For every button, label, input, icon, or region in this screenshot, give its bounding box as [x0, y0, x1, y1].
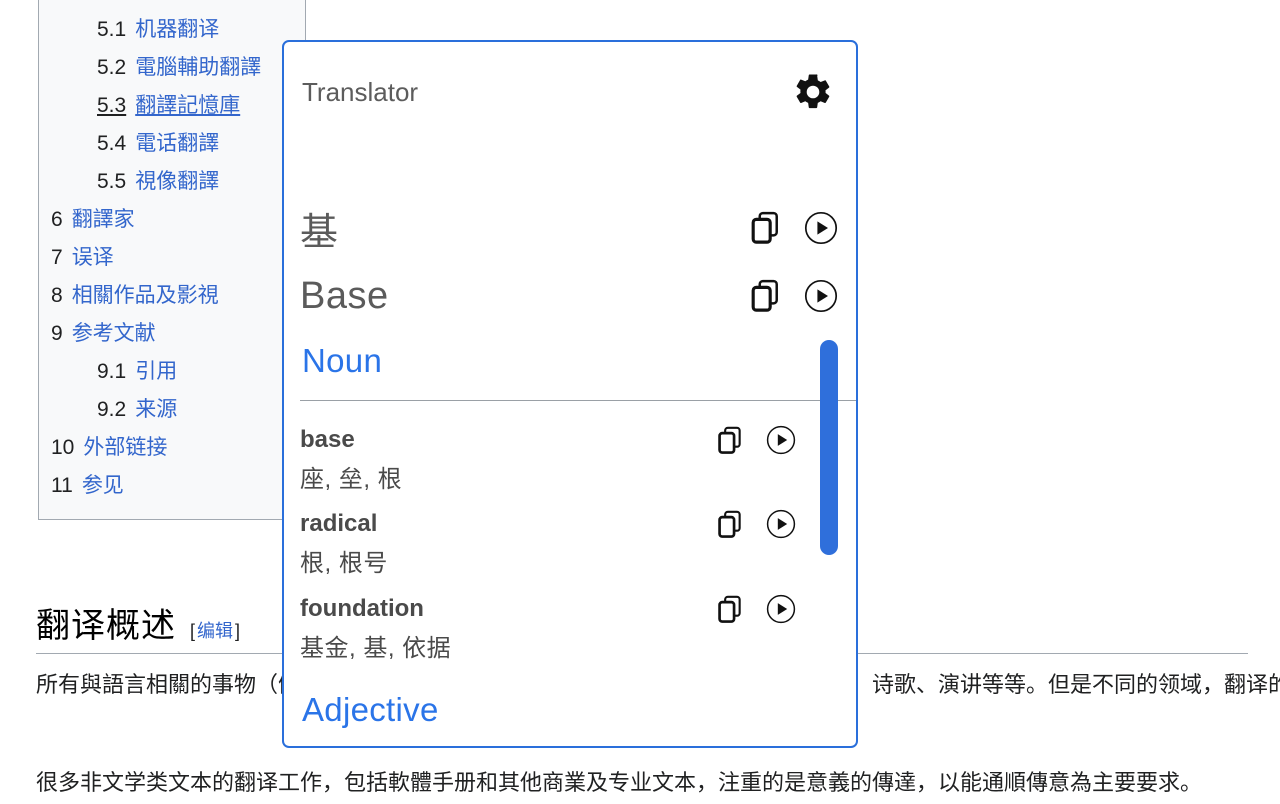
toc-item-number: 5.2	[97, 56, 127, 79]
toc-item-5-3[interactable]: 5.3 翻譯記憶庫	[51, 87, 293, 125]
table-of-contents: 5科技與技術5.1机器翻译5.2電腦輔助翻譯5.3翻譯記憶庫5.4電话翻譯5.5…	[38, 0, 306, 520]
toc-item-number: 9.2	[97, 398, 127, 421]
toc-item-9-1[interactable]: 9.1 引用	[51, 353, 293, 391]
toc-item-5-2[interactable]: 5.2 電腦輔助翻譯	[51, 49, 293, 87]
toc-item-number: 9.1	[97, 360, 127, 383]
sense-word: foundation	[300, 595, 424, 622]
part-of-speech-label: Noun	[302, 342, 383, 379]
sense-entry: base 座, 垒, 根	[300, 425, 796, 494]
sense-word: base	[300, 426, 355, 453]
translator-popup: Translator 基 Base Noun base 座, 垒, 根 radi…	[282, 40, 858, 748]
copy-icon[interactable]	[717, 595, 744, 624]
toc-item-label[interactable]: 引用	[135, 353, 177, 391]
toc-item-5[interactable]: 5 科技與技術	[51, 0, 293, 11]
toc-item-label[interactable]: 相關作品及影視	[72, 277, 219, 315]
sense-row-actions	[717, 425, 796, 455]
toc-item-label[interactable]: 電话翻譯	[135, 125, 219, 163]
play-icon[interactable]	[766, 509, 796, 539]
sense-row-actions	[717, 594, 796, 624]
copy-icon[interactable]	[717, 426, 744, 455]
toc-item-label[interactable]: 翻譯家	[72, 201, 135, 239]
source-word-row: 基	[300, 200, 838, 256]
source-word: 基	[300, 211, 339, 254]
toc-item-7[interactable]: 7 误译	[51, 239, 293, 277]
toc-item-label[interactable]: 来源	[135, 391, 177, 429]
toc-item-label[interactable]: 科技與技術	[72, 0, 177, 11]
play-icon[interactable]	[804, 211, 838, 245]
copy-icon[interactable]	[750, 211, 782, 245]
toc-item-number: 10	[51, 436, 75, 459]
target-word-row: Base	[300, 268, 838, 324]
copy-icon[interactable]	[717, 510, 744, 539]
toc-list: 5科技與技術5.1机器翻译5.2電腦輔助翻譯5.3翻譯記憶庫5.4電话翻譯5.5…	[51, 0, 293, 505]
toc-item-number: 5.3	[97, 94, 127, 117]
toc-item-5-5[interactable]: 5.5 視像翻譯	[51, 163, 293, 201]
part-of-speech-label: Adjective	[302, 691, 439, 728]
source-row-actions	[750, 211, 838, 245]
translator-title: Translator	[302, 76, 419, 107]
sense-gloss: 座, 垒, 根	[300, 466, 403, 493]
sense-main-row: base	[300, 425, 796, 455]
toc-item-label[interactable]: 電腦輔助翻譯	[135, 49, 261, 87]
toc-item-label[interactable]: 外部链接	[83, 429, 167, 467]
toc-item-number: 5.1	[97, 18, 127, 41]
page-title: 翻译概述	[36, 608, 176, 645]
toc-item-9-2[interactable]: 9.2 来源	[51, 391, 293, 429]
sense-main-row: radical	[300, 509, 796, 539]
toc-item-number: 6	[51, 208, 63, 231]
toc-item-label[interactable]: 误译	[72, 239, 114, 277]
toc-item-label[interactable]: 参考文献	[72, 315, 156, 353]
target-word: Base	[300, 274, 389, 317]
toc-item-number: 9	[51, 322, 63, 345]
toc-item-11[interactable]: 11 参见	[51, 467, 293, 505]
toc-item-5-4[interactable]: 5.4 電话翻譯	[51, 125, 293, 163]
toc-item-10[interactable]: 10 外部链接	[51, 429, 293, 467]
toc-item-label[interactable]: 机器翻译	[135, 11, 219, 49]
toc-item-number: 7	[51, 246, 63, 269]
scrollbar-thumb[interactable]	[820, 340, 838, 555]
bracket-close: ]	[235, 621, 241, 641]
toc-item-label[interactable]: 視像翻譯	[135, 163, 219, 201]
toc-item-8[interactable]: 8 相關作品及影視	[51, 277, 293, 315]
section-divider	[300, 400, 856, 401]
translator-header: Translator	[284, 42, 856, 142]
sense-entry: radical 根, 根号	[300, 509, 796, 578]
target-row-actions	[750, 279, 838, 313]
toc-item-number: 5	[51, 0, 63, 11]
sense-gloss: 基金, 基, 依据	[300, 635, 452, 662]
toc-item-number: 5.4	[97, 132, 127, 155]
toc-item-label[interactable]: 翻譯記憶庫	[135, 87, 240, 125]
sense-main-row: foundation	[300, 594, 796, 624]
article-paragraph: 很多非文学类文本的翻译工作，包括軟體手册和其他商業及专业文本，注重的是意義的傳達…	[36, 770, 1203, 795]
toc-item-number: 11	[51, 474, 73, 497]
sense-gloss: 根, 根号	[300, 550, 388, 577]
toc-item-9[interactable]: 9 参考文献	[51, 315, 293, 353]
sense-entry: foundation 基金, 基, 依据	[300, 594, 796, 663]
gear-icon[interactable]	[792, 71, 834, 113]
edit-section-link: [编辑]	[190, 617, 240, 643]
play-icon[interactable]	[804, 279, 838, 313]
sense-row-actions	[717, 509, 796, 539]
play-icon[interactable]	[766, 594, 796, 624]
toc-item-label[interactable]: 参见	[82, 467, 124, 505]
play-icon[interactable]	[766, 425, 796, 455]
toc-item-6[interactable]: 6 翻譯家	[51, 201, 293, 239]
copy-icon[interactable]	[750, 279, 782, 313]
toc-item-number: 5.5	[97, 170, 127, 193]
toc-item-number: 8	[51, 284, 63, 307]
sense-word: radical	[300, 510, 378, 537]
toc-item-5-1[interactable]: 5.1 机器翻译	[51, 11, 293, 49]
edit-link-text[interactable]: 编辑	[195, 621, 235, 641]
